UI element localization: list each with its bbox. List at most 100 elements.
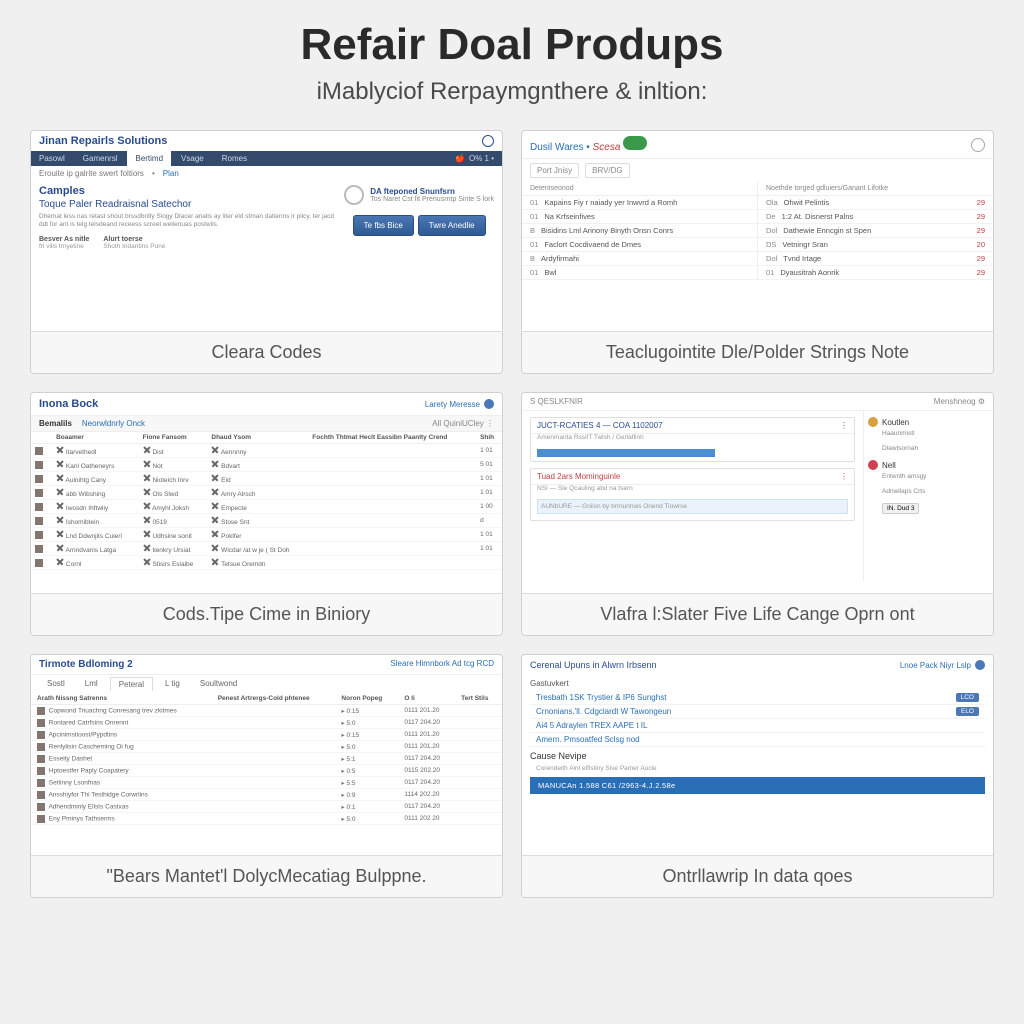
table-row[interactable]: Eny Pminys Tathserms▸ 5:00111 202 20: [31, 813, 502, 825]
table-row[interactable]: Itarvethedl Dist Aennnny1 01: [31, 444, 502, 458]
table-row[interactable]: Iwosdn Ihftwliy Amyhl Joksh Empecte1 00: [31, 500, 502, 514]
list-item[interactable]: Crnonians.'ll. Cdgclardt W TawongeunELO: [530, 705, 985, 719]
table-header[interactable]: O li: [398, 693, 455, 705]
tab[interactable]: Sostl: [39, 677, 73, 691]
list-item[interactable]: BArdyfirmahi: [522, 252, 757, 266]
nav-item[interactable]: Romes: [214, 151, 255, 166]
table-row[interactable]: Copwond Triuachng Conresang trev zkitmes…: [31, 705, 502, 717]
link-text[interactable]: Larety Meresse: [425, 400, 480, 409]
tab-active[interactable]: Bemalils: [39, 419, 72, 428]
tab[interactable]: Soultwond: [192, 677, 245, 691]
panel-icon[interactable]: ⋮: [840, 421, 848, 430]
toolbar-right[interactable]: Menshneog ⚙: [934, 397, 985, 406]
table-header[interactable]: Noron Popeg: [335, 693, 398, 705]
table-header[interactable]: [31, 432, 52, 444]
table-header[interactable]: Fione Fansom: [139, 432, 208, 444]
page-title: Refair Doal Produps: [30, 20, 994, 70]
widget-item[interactable]: Haaunmistl: [868, 430, 989, 437]
secondary-button[interactable]: Twre Anedlie: [418, 215, 486, 236]
list-item[interactable]: BBisidins Lml Arinony Binyth Onsn Conrs: [522, 224, 757, 238]
x-icon: [56, 544, 64, 552]
table-row[interactable]: Setlinny Lsonfnas▸ 5:50117 204.20: [31, 777, 502, 789]
widget-item[interactable]: Dlawtsornah: [868, 445, 989, 452]
list-item[interactable]: OlaOhwit Pelintis29: [758, 196, 993, 210]
table-row[interactable]: Apcinimstioost/Pypdtins▸ 0:150111 201.20: [31, 729, 502, 741]
breadcrumb-link[interactable]: Plan: [163, 169, 179, 178]
brand-accent: Scesa: [593, 142, 621, 153]
list-item[interactable]: DSVetningr Sran20: [758, 238, 993, 252]
status-badge: ELO: [956, 707, 979, 716]
table-row[interactable]: Renlylisin Cascheming Oi fug▸ 5:00111 20…: [31, 741, 502, 753]
table-row[interactable]: Esselty Dashet▸ 5:10117 204.20: [31, 753, 502, 765]
settings-icon[interactable]: [971, 138, 985, 152]
card-vlafra-slater[interactable]: S QESLKFNIR Menshneog ⚙ JUCT-RCATIES 4 —…: [521, 392, 994, 636]
widget-item[interactable]: Adnwilaps Crts: [868, 488, 989, 495]
x-icon: [143, 460, 151, 468]
list-item[interactable]: Amern. Pmsoatfed Sclsg nod: [530, 733, 985, 747]
list-item[interactable]: 01Kapains Fiy r naiady yer Inwvrd a Romh: [522, 196, 757, 210]
table-row[interactable]: Adhendminly Ellsts Castxas▸ 0:10117 204.…: [31, 801, 502, 813]
header-link[interactable]: Sleare Himnbork Ad tcg RCD: [390, 659, 494, 670]
breadcrumb-text: Erouite ip galrite swert foltiors: [39, 169, 144, 178]
tab-link[interactable]: Neorwldnrly Onck: [82, 419, 145, 428]
primary-button[interactable]: Te fbs Bice: [353, 215, 414, 236]
list-item[interactable]: De1:2 At. Disnerst Palns29: [758, 210, 993, 224]
nav-item-active[interactable]: Bertimd: [127, 151, 171, 166]
panel-callout[interactable]: AUNbURE — Gniisn by brrnunnws Onend Tiow…: [537, 499, 848, 514]
list-item[interactable]: 01Faclort Cocdivaend de Dmes: [522, 238, 757, 252]
widget-button[interactable]: IN. Dud 3: [882, 503, 919, 514]
tab[interactable]: Lml: [77, 677, 106, 691]
dashboard-panel[interactable]: JUCT-RCATIES 4 — COA 1102007⋮ Amenmanta …: [530, 417, 855, 462]
table-row[interactable]: Arnndvanis Latga tienkry Ursiat Wicdar /…: [31, 542, 502, 556]
page-subtitle: iMablyciof Rerpaymgnthere & inltion:: [30, 78, 994, 106]
card-cods-tipe[interactable]: Inona Bock Larety Meresse Bemalils Neorw…: [30, 392, 503, 636]
table-row[interactable]: Aulnihtg Cany Nioteich Inrv Eld1 01: [31, 472, 502, 486]
tab[interactable]: Port Jnisy: [530, 163, 579, 178]
toolbar-right[interactable]: All QuiniUCley ⋮: [432, 419, 494, 428]
list-item[interactable]: Ai4 5 Adraylen TREX AAPE t IL: [530, 719, 985, 733]
card-grid: Jinan Repairls Solutions Pasowl Gamenrsl…: [30, 130, 994, 898]
table-row[interactable]: Kanl Oatheneyrs Not Bdvart5 01: [31, 458, 502, 472]
card-teaclugointite[interactable]: Dusil Wares • Scesa Port Jnisy BRV/DG De…: [521, 130, 994, 374]
table-header[interactable]: Arath Nissng Satrenns: [31, 693, 212, 705]
help-icon[interactable]: [482, 135, 494, 147]
nav-item[interactable]: Gamenrsl: [75, 151, 126, 166]
status-pill: [623, 136, 647, 150]
table-header[interactable]: Penest Artrergs-Cold phtenee: [212, 693, 336, 705]
card-cleara-codes[interactable]: Jinan Repairls Solutions Pasowl Gamenrsl…: [30, 130, 503, 374]
list-item[interactable]: Tresbath 1SK Trystier & IP6 SunghstLCO: [530, 691, 985, 705]
list-item[interactable]: 01Bwl: [522, 266, 757, 280]
dashboard-panel[interactable]: Tuad 2ars Mominguinle⋮ NSI — Sle Qcaulin…: [530, 468, 855, 521]
x-icon: [211, 488, 219, 496]
list-item[interactable]: 01Na Krfseinfives: [522, 210, 757, 224]
table-header[interactable]: Shih: [476, 432, 502, 444]
table-header[interactable]: Fochth Thtmat Heclt Eassibn Paanlty Cren…: [308, 432, 476, 444]
table-row[interactable]: Hptoestfer Paply Coapatery▸ 0:50115 202.…: [31, 765, 502, 777]
panel-icon[interactable]: ⋮: [840, 472, 848, 481]
header-link[interactable]: Lnoe Pack Niyr Lslp: [900, 661, 971, 670]
list-item[interactable]: 01Dyausitrah Aonrik29: [758, 266, 993, 280]
table-header[interactable]: Boaamer: [52, 432, 139, 444]
table-row[interactable]: Cornl Stisirs Eslaibe Tetsue Oremdn: [31, 556, 502, 570]
card-ontrllawrip[interactable]: Cerenal Upuns in Alwrn Irbsenn Lnoe Pack…: [521, 654, 994, 898]
table-header[interactable]: Tert Stils: [455, 693, 502, 705]
tab[interactable]: BRV/DG: [585, 163, 630, 178]
widget-title: Koutlen: [882, 418, 909, 427]
nav-item[interactable]: Vsage: [173, 151, 212, 166]
badge-title: DA fteponed Snunfsrn: [370, 187, 455, 196]
widget-item[interactable]: Entwnth amsgy: [868, 473, 989, 480]
table-row[interactable]: Ansshiyfor Thi Testhidge Corwrlins▸ 0:91…: [31, 789, 502, 801]
tab[interactable]: L tig: [157, 677, 188, 691]
table-row[interactable]: Ishomibtein 0519 Stose Sntd: [31, 514, 502, 528]
list-item[interactable]: DolTvnd Irtage29: [758, 252, 993, 266]
nav-item[interactable]: Pasowl: [31, 151, 73, 166]
badge-icon: [344, 185, 364, 205]
table-row[interactable]: Lnd Ddwnjits Cuierl Udhsine sonit Poklfe…: [31, 528, 502, 542]
tab[interactable]: Peteral: [110, 677, 153, 691]
table-row[interactable]: Rontared Catrfsins Onrennt▸ 5:00117 204.…: [31, 717, 502, 729]
list-item[interactable]: DolDathewie Enncgin st Spen29: [758, 224, 993, 238]
table-row[interactable]: abb Wibshing Ols Slwd Amry Alrsch1 01: [31, 486, 502, 500]
data-table: BoaamerFione FansomDhaud YsomFochth Thtm…: [31, 432, 502, 570]
table-header[interactable]: Dhaud Ysom: [207, 432, 308, 444]
card-bears-mantet[interactable]: Tirmote Bdloming 2 Sleare Himnbork Ad tc…: [30, 654, 503, 898]
